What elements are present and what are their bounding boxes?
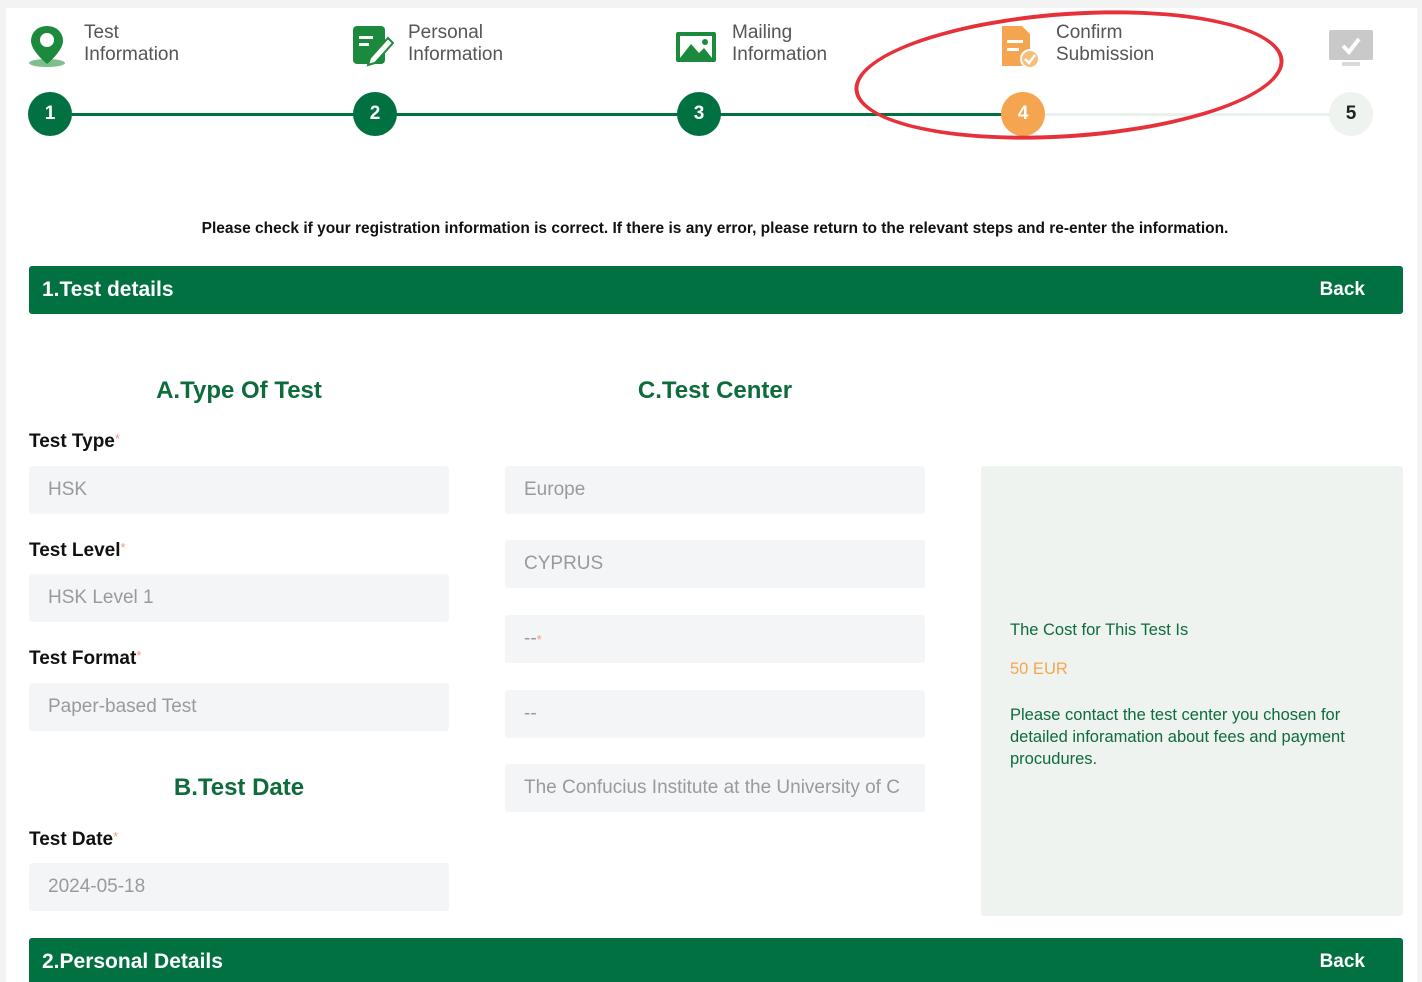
test-date-label: Test Date* bbox=[29, 829, 119, 850]
step-1-header: Test Information bbox=[26, 22, 179, 70]
document-check-icon bbox=[1002, 26, 1040, 69]
registration-page: Test Information Personal Information Ma… bbox=[6, 8, 1417, 982]
test-format-field[interactable]: Paper-based Test bbox=[29, 683, 449, 731]
confirmation-notice: Please check if your registration inform… bbox=[201, 220, 1229, 237]
type-of-test-heading: A.Type Of Test bbox=[156, 377, 322, 404]
personal-details-header: 2.Personal Details Back bbox=[29, 938, 1403, 982]
step-3-label: Mailing Information bbox=[732, 22, 828, 65]
cost-title: The Cost for This Test Is bbox=[1010, 621, 1189, 639]
test-date-heading: B.Test Date bbox=[173, 774, 305, 801]
cost-panel: The Cost for This Test Is 50 EUR Please … bbox=[981, 466, 1403, 916]
photo-card-icon bbox=[676, 32, 716, 62]
step-2-circle[interactable]: 2 bbox=[353, 92, 397, 136]
step-3-circle[interactable]: 3 bbox=[677, 92, 721, 136]
test-center-country-field[interactable]: CYPRUS bbox=[505, 540, 925, 588]
step-connector-4 bbox=[1044, 113, 1334, 116]
edit-document-icon bbox=[353, 26, 394, 67]
personal-details-title: 2.Personal Details bbox=[42, 950, 223, 973]
step-2-header: Personal Information bbox=[350, 22, 503, 70]
step-2-label: Personal Information bbox=[408, 22, 504, 65]
step-4-header: Confirm Submission bbox=[998, 22, 1154, 70]
step-1-circle[interactable]: 1 bbox=[28, 92, 72, 136]
test-center-district-field[interactable]: -- bbox=[505, 690, 925, 738]
step-1-label: Test Information bbox=[84, 22, 180, 65]
map-pin-icon bbox=[29, 26, 65, 67]
test-details-header: 1.Test details Back bbox=[29, 266, 1403, 314]
test-center-city-field[interactable]: -- * bbox=[505, 615, 925, 663]
test-level-field[interactable]: HSK Level 1 bbox=[29, 574, 449, 622]
test-level-label: Test Level* bbox=[29, 540, 126, 561]
step-connector-2 bbox=[396, 113, 684, 116]
monitor-check-icon bbox=[1329, 30, 1373, 66]
step-5-header bbox=[1326, 22, 1390, 70]
step-5-circle[interactable]: 5 bbox=[1329, 92, 1373, 136]
test-type-field[interactable]: HSK bbox=[29, 466, 449, 514]
step-4-circle[interactable]: 4 bbox=[1001, 92, 1045, 136]
personal-details-back-button[interactable]: Back bbox=[1320, 951, 1365, 973]
step-connector-1 bbox=[72, 113, 360, 116]
test-details-title: 1.Test details bbox=[42, 278, 174, 301]
test-center-institute-field[interactable]: The Confucius Institute at the Universit… bbox=[505, 764, 925, 812]
test-center-region-field[interactable]: Europe bbox=[505, 466, 925, 514]
test-details-back-button[interactable]: Back bbox=[1320, 279, 1365, 301]
test-format-label: Test Format* bbox=[29, 648, 142, 669]
step-3-header: Mailing Information bbox=[674, 22, 827, 70]
test-date-field[interactable]: 2024-05-18 bbox=[29, 863, 449, 911]
test-type-label: Test Type* bbox=[29, 431, 120, 452]
step-connector-3 bbox=[720, 113, 1008, 116]
test-center-heading: C.Test Center bbox=[637, 377, 793, 404]
cost-note: Please contact the test center you chose… bbox=[1010, 706, 1345, 768]
step-4-label: Confirm Submission bbox=[1056, 22, 1155, 65]
cost-amount: 50 EUR bbox=[1010, 660, 1068, 678]
